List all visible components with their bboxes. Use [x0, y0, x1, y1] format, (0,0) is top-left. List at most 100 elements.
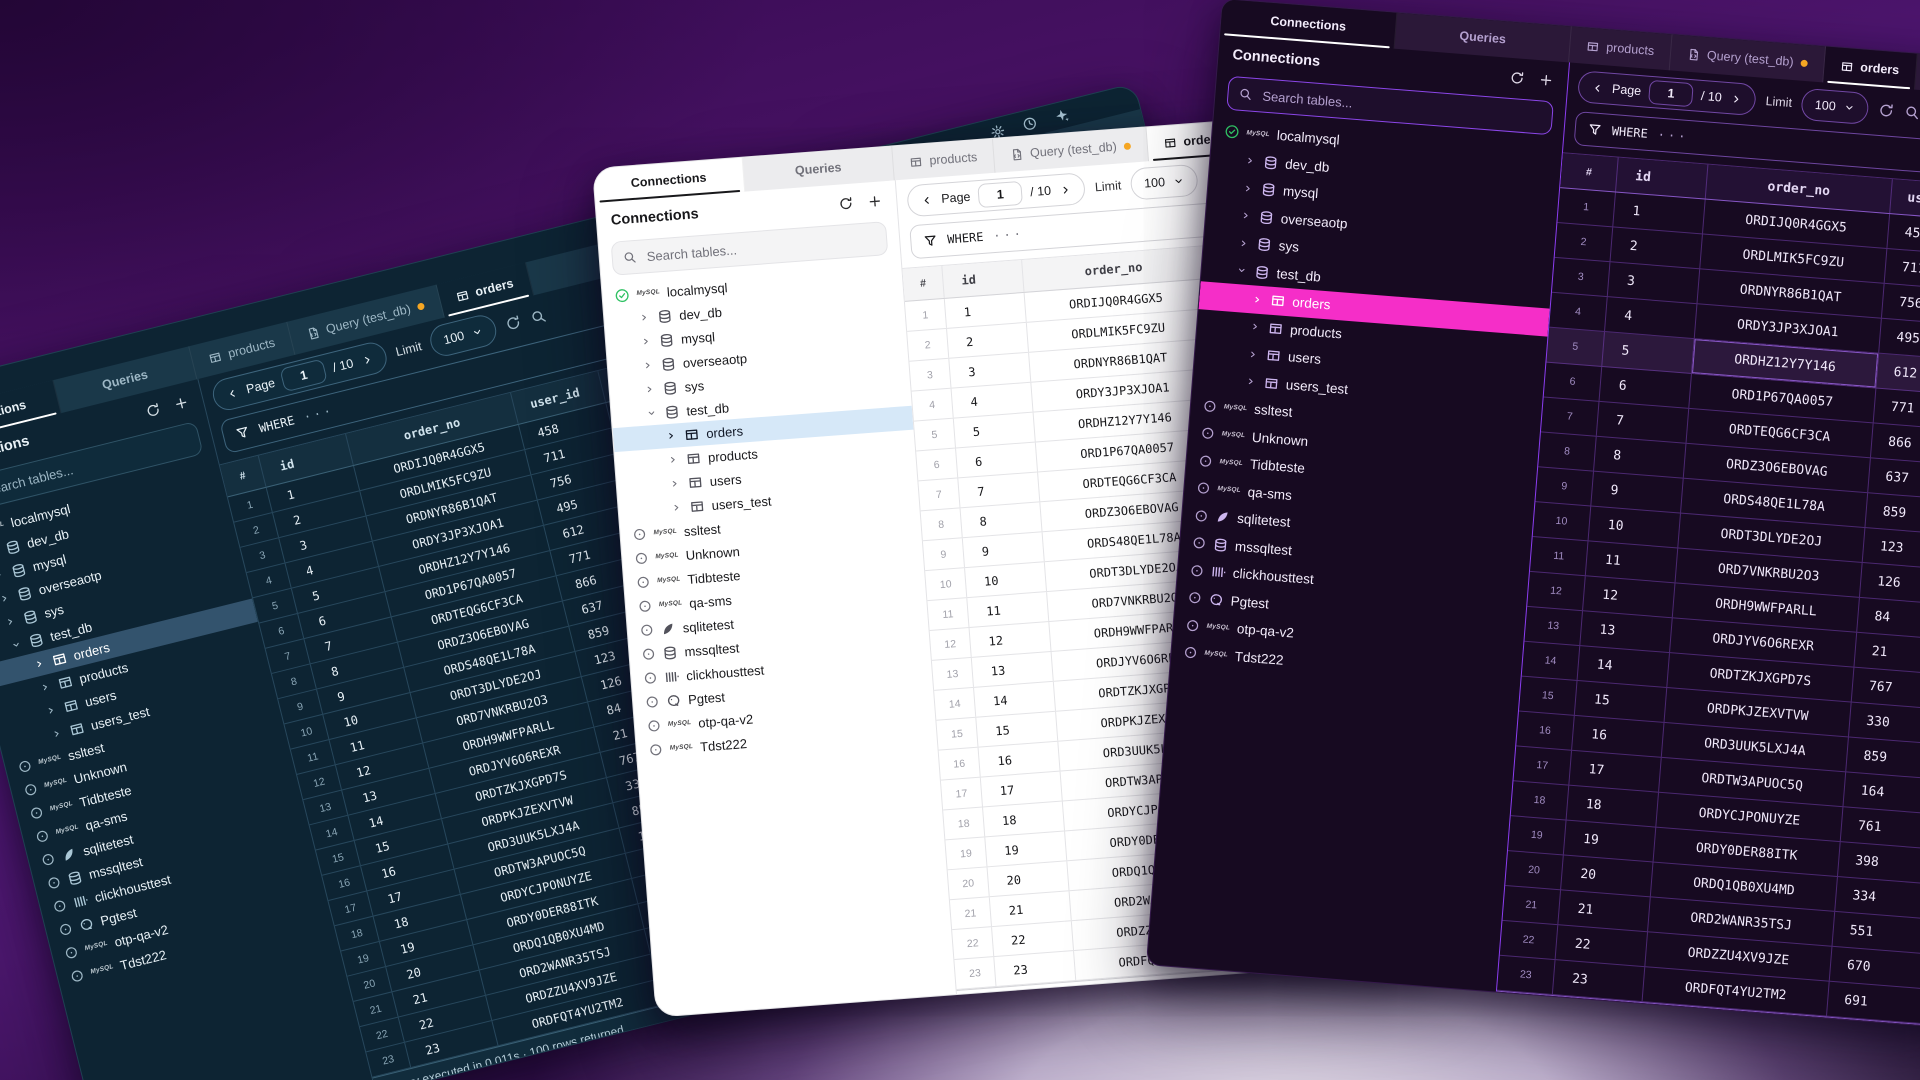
chevron-right-icon[interactable]	[44, 703, 59, 718]
chevron-right-icon[interactable]	[3, 614, 18, 629]
chevron-right-icon[interactable]	[643, 383, 656, 396]
sqlite-icon	[660, 621, 676, 637]
prev-page-icon[interactable]	[1591, 81, 1605, 95]
mysql-icon: MySQL	[55, 824, 79, 836]
cell-id: 10	[965, 562, 1047, 597]
limit-select[interactable]: 100	[427, 312, 500, 359]
chevron-right-icon[interactable]	[1242, 182, 1255, 195]
refresh-icon[interactable]	[838, 195, 854, 211]
limit-select[interactable]: 100	[1130, 164, 1199, 201]
cell-num: 17	[941, 778, 983, 810]
search-input[interactable]	[644, 230, 877, 264]
limit-select[interactable]: 100	[1801, 88, 1870, 125]
filter-icon	[234, 424, 251, 441]
cell-id: 9	[1591, 472, 1683, 513]
add-connection-icon[interactable]	[1538, 72, 1554, 88]
cell-id: 1	[945, 293, 1027, 328]
chevron-right-icon[interactable]	[1251, 293, 1264, 306]
database-icon	[27, 631, 45, 649]
results-table: #idorder_nouser_idproduct_id11ORDIJQ0R4G…	[1497, 152, 1920, 1028]
search-results-button[interactable]	[1904, 104, 1920, 121]
chevron-right-icon[interactable]	[642, 359, 655, 372]
limit-label: Limit	[394, 339, 423, 359]
chevron-right-icon[interactable]	[667, 453, 680, 466]
tab-label: products	[929, 150, 978, 168]
cell-num: 18	[1511, 781, 1569, 819]
table-icon	[68, 720, 86, 738]
cell-num: 20	[1505, 851, 1563, 889]
next-page-icon[interactable]	[1059, 183, 1073, 197]
tree-item-label: localmysql	[666, 280, 728, 300]
chevron-down-icon[interactable]	[9, 638, 24, 653]
mysql-icon: MySQL	[659, 600, 683, 608]
refresh-icon[interactable]	[1509, 69, 1525, 85]
tree-item-label: mssqltest	[684, 640, 740, 659]
chevron-right-icon[interactable]	[1249, 320, 1262, 333]
prev-page-icon[interactable]	[224, 385, 240, 401]
disconnected-status-icon	[645, 694, 660, 709]
clickhouse-icon	[1210, 564, 1226, 580]
chevron-right-icon[interactable]	[638, 311, 651, 324]
page-input[interactable]: 1	[280, 358, 328, 392]
cell-num: 19	[1508, 816, 1566, 854]
panel-title: Connections	[1232, 47, 1321, 70]
chevron-down-icon[interactable]	[1235, 264, 1248, 277]
chevron-right-icon[interactable]	[1240, 209, 1253, 222]
cell-num: 11	[1530, 537, 1588, 575]
add-connection-icon[interactable]	[867, 193, 883, 209]
cell-id: 14	[1578, 646, 1670, 687]
refresh-results-button[interactable]	[504, 313, 523, 332]
connection-tree: MySQLlocalmysqldev_dbmysqloverseaotpsyst…	[1147, 117, 1563, 992]
disconnected-status-icon	[57, 921, 74, 938]
chevron-right-icon[interactable]	[668, 477, 681, 490]
cell-num: 23	[954, 957, 996, 989]
refresh-results-button[interactable]	[1878, 102, 1895, 119]
cell-num: 16	[1516, 711, 1574, 749]
chevron-down-icon[interactable]	[645, 407, 658, 420]
refresh-icon[interactable]	[144, 401, 162, 419]
clickhouse-icon	[72, 892, 90, 910]
chevron-right-icon[interactable]	[1237, 237, 1250, 250]
chevron-right-icon[interactable]	[640, 335, 653, 348]
chevron-right-icon[interactable]	[1244, 155, 1257, 168]
assistant-icon[interactable]	[1053, 106, 1071, 124]
chevron-right-icon[interactable]	[1245, 375, 1258, 388]
cell-num: 4	[1549, 293, 1607, 331]
chevron-right-icon[interactable]	[0, 568, 6, 583]
query-file-icon	[1687, 47, 1701, 61]
disconnected-status-icon	[63, 944, 80, 961]
table-icon	[1586, 39, 1600, 53]
search-results-button[interactable]	[529, 307, 548, 326]
chevron-right-icon[interactable]	[38, 680, 53, 695]
cell-num: 1	[1557, 188, 1615, 226]
prev-page-icon[interactable]	[920, 193, 934, 207]
cell-id: 16	[979, 742, 1061, 777]
filter-icon	[923, 233, 938, 248]
chevron-right-icon[interactable]	[32, 657, 47, 672]
tree-item-label: test_db	[1276, 266, 1321, 284]
tree-item-label: overseaotp	[1280, 211, 1348, 231]
chevron-right-icon[interactable]	[670, 501, 683, 514]
chevron-right-icon[interactable]	[50, 726, 65, 741]
next-page-icon[interactable]	[359, 352, 375, 368]
table-icon	[1270, 293, 1286, 309]
page-label: Page	[941, 190, 971, 206]
tree-item-label: Unknown	[685, 544, 740, 563]
cell-user_id: 691	[1827, 982, 1920, 1029]
cell-num: 3	[1552, 258, 1610, 296]
next-page-icon[interactable]	[1729, 92, 1743, 106]
disconnected-status-icon	[1189, 563, 1204, 578]
cell-num: 5	[1546, 328, 1604, 366]
tree-item-label: sqlitetest	[1237, 511, 1291, 530]
chevron-right-icon[interactable]	[1247, 348, 1260, 361]
cell-num: 21	[1503, 886, 1561, 924]
disconnected-status-icon	[641, 647, 656, 662]
add-connection-icon[interactable]	[172, 394, 190, 412]
page-input[interactable]: 1	[977, 181, 1023, 208]
history-icon[interactable]	[1021, 114, 1039, 132]
chevron-right-icon[interactable]	[665, 429, 678, 442]
chevron-right-icon[interactable]	[0, 591, 12, 606]
page-input[interactable]: 1	[1648, 80, 1694, 107]
tree-item-label: sys	[684, 378, 705, 394]
tree-item-label: otp-qa-v2	[698, 711, 754, 730]
